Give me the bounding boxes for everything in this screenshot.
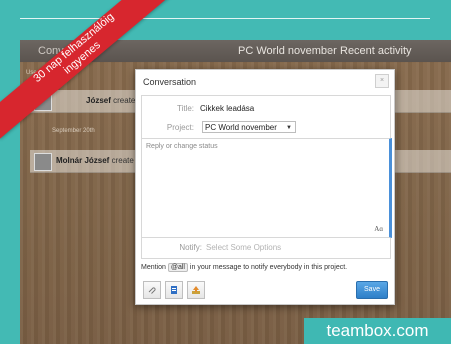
status-textarea[interactable]: Reply or change status Aɑ	[142, 138, 392, 238]
breadcrumb-separator-icon: ›	[325, 42, 330, 57]
divider-line	[20, 18, 430, 19]
dialog-toolbar: Save	[141, 280, 389, 300]
dialog-title: Conversation	[143, 77, 197, 87]
project-label: Project:	[166, 123, 194, 132]
breadcrumb-project[interactable]: PC World november	[238, 45, 337, 57]
save-button[interactable]: Save	[356, 281, 388, 299]
mention-prefix: Mention	[141, 264, 166, 271]
mention-all-chip: @all	[167, 263, 188, 272]
chevron-down-icon: ▼	[286, 125, 292, 131]
feed-row-text: Molnár József create	[56, 156, 134, 165]
document-icon[interactable]	[165, 281, 183, 299]
feed-row-text: József create	[86, 96, 136, 105]
title-label: Title:	[176, 104, 194, 113]
avatar	[34, 153, 52, 171]
status-placeholder: Reply or change status	[146, 143, 218, 150]
brand-label: teambox.com	[304, 318, 451, 344]
notify-select[interactable]: Select Some Options	[206, 243, 281, 252]
close-icon[interactable]: ×	[375, 74, 389, 88]
text-size-icon[interactable]: Aɑ	[374, 225, 383, 233]
notify-label: Notify:	[179, 243, 202, 252]
mention-suffix: in your message to notify everybody in t…	[189, 264, 348, 271]
breadcrumb-section[interactable]: Recent activity	[340, 45, 412, 57]
conversation-form: Title: Cikkek leadása Project: PC World …	[141, 95, 392, 259]
title-field[interactable]: Cikkek leadása	[200, 104, 254, 113]
attach-icon[interactable]	[143, 281, 161, 299]
conversation-dialog: Conversation × Title: Cikkek leadása Pro…	[135, 69, 395, 305]
feed-date: September 20th	[52, 128, 95, 134]
project-select[interactable]: PC World november ▼	[202, 121, 296, 133]
mention-hint: Mention @all in your message to notify e…	[141, 263, 347, 272]
project-select-value: PC World november	[205, 123, 277, 132]
upload-icon[interactable]	[187, 281, 205, 299]
